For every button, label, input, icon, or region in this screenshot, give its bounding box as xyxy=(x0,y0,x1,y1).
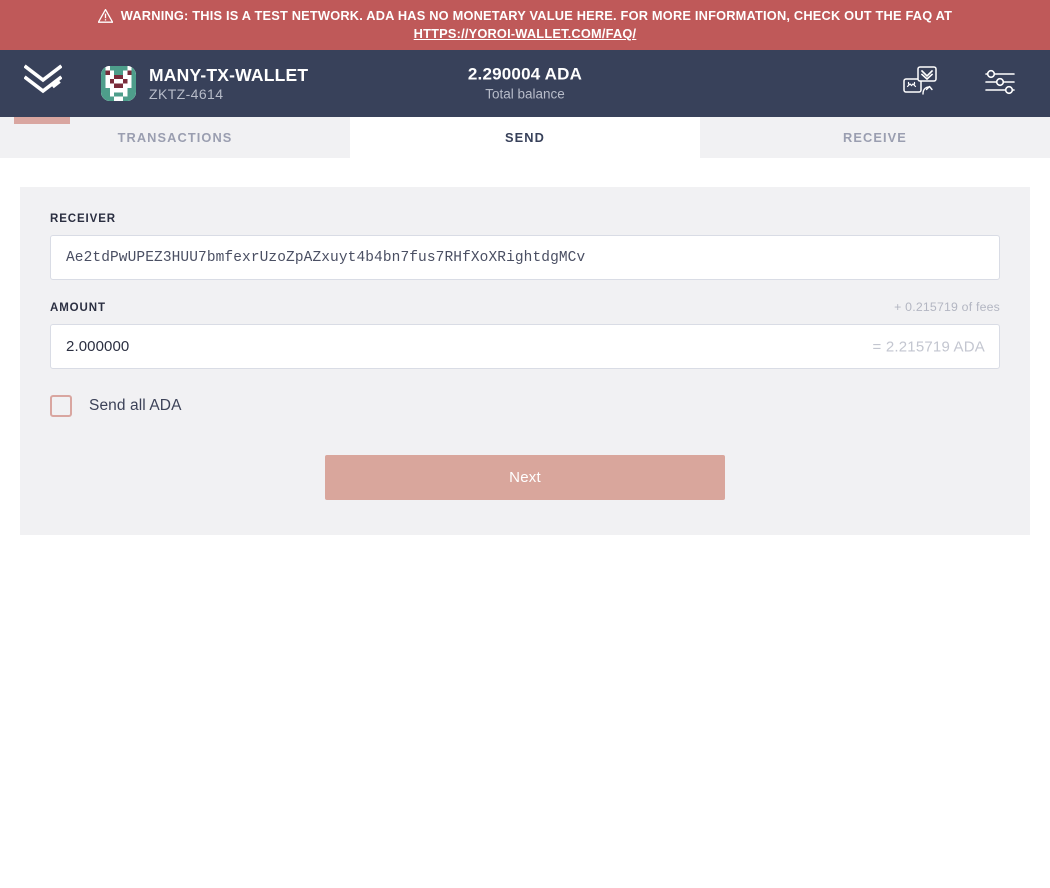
next-button[interactable]: Next xyxy=(325,455,725,500)
wallet-id: ZKTZ-4614 xyxy=(149,85,224,102)
receiver-input[interactable] xyxy=(50,235,1000,280)
yoroi-wallet-app: WARNING: THIS IS A TEST NETWORK. ADA HAS… xyxy=(0,0,1050,888)
top-navigation-bar: MANY-TX-WALLET ZKTZ-4614 2.290004 ADA To… xyxy=(0,50,1050,124)
page-content: RECEIVER AMOUNT + 0.215719 of fees = 2.2… xyxy=(0,158,1050,535)
faq-link[interactable]: HTTPS://YOROI-WALLET.COM/FAQ/ xyxy=(414,25,637,42)
warning-triangle-icon xyxy=(97,8,114,23)
wallet-identicon-avatar xyxy=(101,65,136,101)
receiver-field-group: RECEIVER xyxy=(50,213,1000,280)
settings-sliders-icon xyxy=(983,68,1017,99)
topbar-actions xyxy=(899,62,1050,106)
settings-button[interactable] xyxy=(978,62,1022,106)
switch-wallet-button[interactable] xyxy=(899,62,943,106)
send-all-checkbox-row[interactable]: Send all ADA xyxy=(50,395,1000,417)
warning-message-row: WARNING: THIS IS A TEST NETWORK. ADA HAS… xyxy=(97,7,953,24)
amount-input-wrapper: = 2.215719 ADA xyxy=(50,324,1000,369)
wallet-meta: MANY-TX-WALLET ZKTZ-4614 xyxy=(149,65,308,103)
warning-text: WARNING: THIS IS A TEST NETWORK. ADA HAS… xyxy=(120,8,953,24)
amount-field-group: AMOUNT + 0.215719 of fees = 2.215719 ADA xyxy=(50,300,1000,369)
send-form-card: RECEIVER AMOUNT + 0.215719 of fees = 2.2… xyxy=(20,187,1030,535)
balance-label: Total balance xyxy=(485,86,565,102)
send-all-checkbox[interactable] xyxy=(50,395,72,417)
yoroi-chevron-logo-icon xyxy=(22,64,63,103)
active-nav-accent-bar xyxy=(14,117,70,124)
receiver-label: RECEIVER xyxy=(50,213,116,225)
fee-note: + 0.215719 of fees xyxy=(894,300,1000,314)
wallet-tabs: TRANSACTIONS SEND RECEIVE xyxy=(0,117,1050,158)
amount-input[interactable] xyxy=(50,324,1000,369)
wallet-summary[interactable]: MANY-TX-WALLET ZKTZ-4614 xyxy=(101,65,308,103)
send-all-label: Send all ADA xyxy=(89,397,182,414)
yoroi-logo-button[interactable] xyxy=(0,50,85,124)
amount-label-row: AMOUNT + 0.215719 of fees xyxy=(50,300,1000,314)
amount-label: AMOUNT xyxy=(50,302,106,314)
tab-receive[interactable]: RECEIVE xyxy=(700,117,1050,158)
test-network-warning-banner: WARNING: THIS IS A TEST NETWORK. ADA HAS… xyxy=(0,0,1050,50)
tab-send[interactable]: SEND xyxy=(350,117,700,158)
wallet-name: MANY-TX-WALLET xyxy=(149,64,309,85)
submit-row: Next xyxy=(50,455,1000,500)
switch-wallet-icon xyxy=(901,63,941,104)
balance-amount: 2.290004 ADA xyxy=(467,64,583,84)
